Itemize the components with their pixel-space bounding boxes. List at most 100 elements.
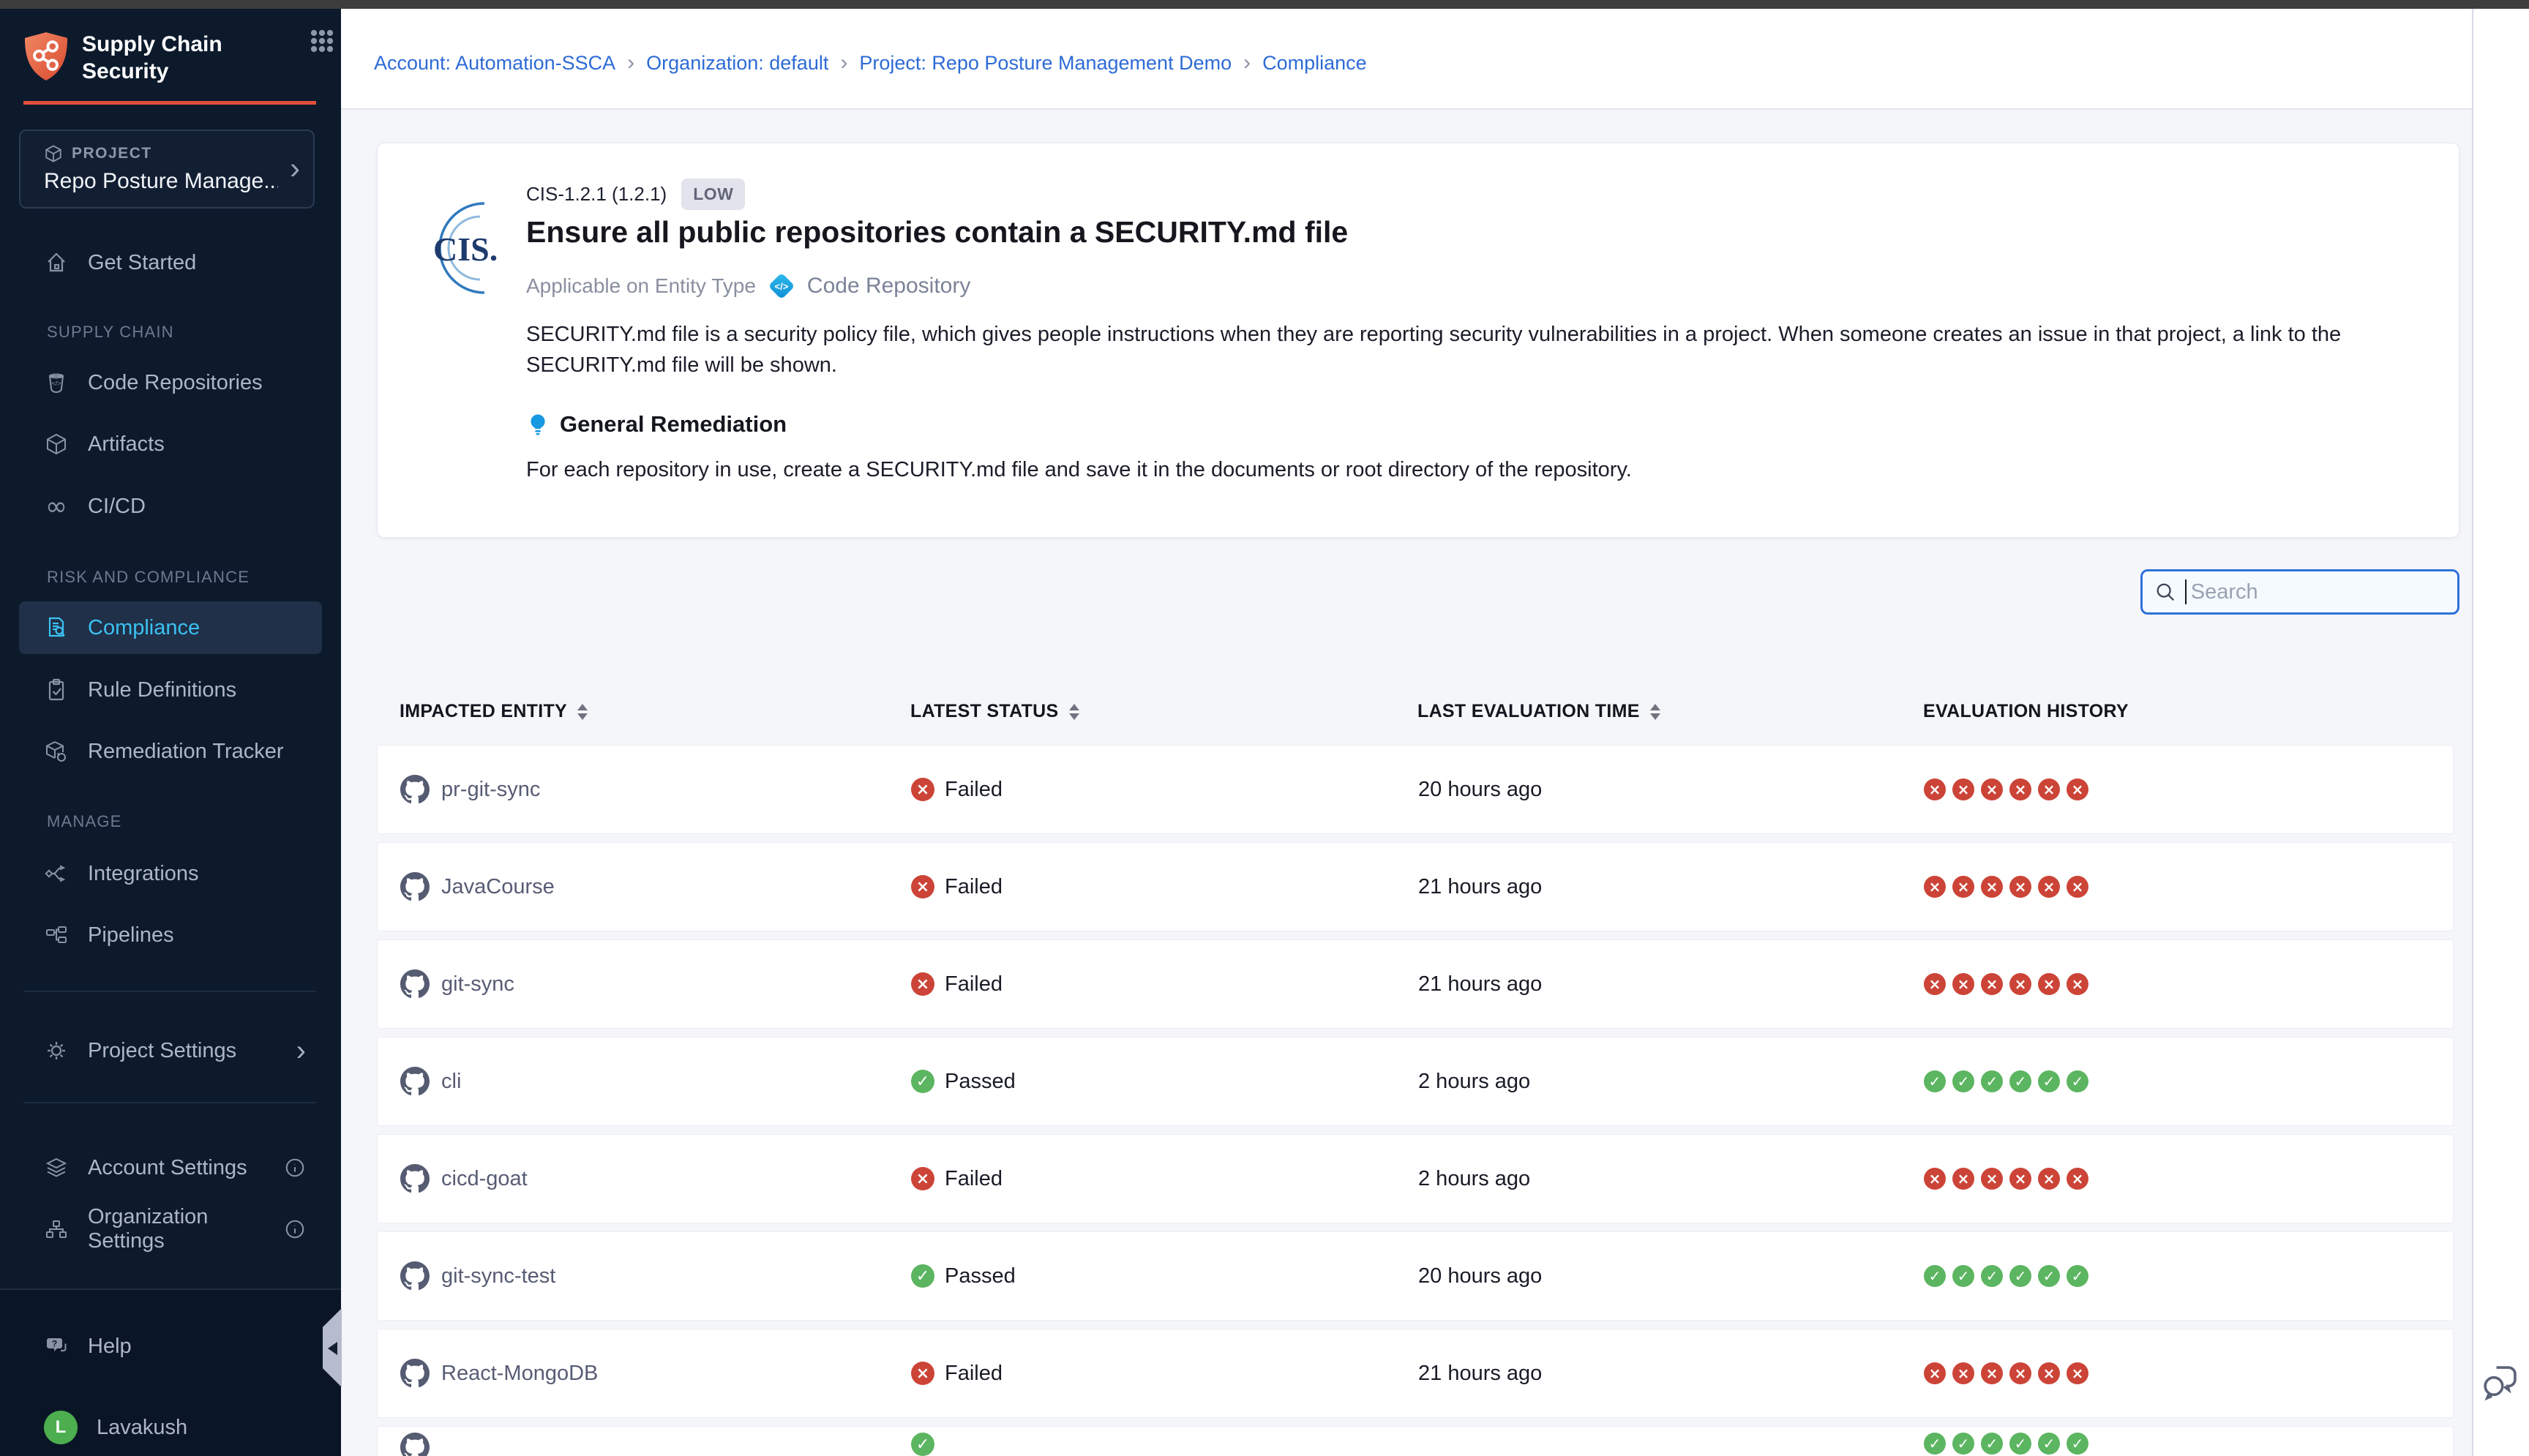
status-badge: ✓ xyxy=(911,1433,1418,1456)
rule-detail-card: CIS. CIS-1.2.1 (1.2.1) LOW Ensure all pu… xyxy=(377,143,2459,538)
divider xyxy=(23,991,316,992)
project-label: PROJECT xyxy=(72,145,152,162)
info-icon[interactable] xyxy=(284,1218,306,1240)
history-icons: ✓✓✓✓✓✓ xyxy=(1924,1070,2453,1092)
pipelines-icon xyxy=(44,923,69,947)
status-label: Failed xyxy=(945,972,1003,997)
chevron-right-icon: › xyxy=(296,1036,306,1065)
history-icons: ×××××× xyxy=(1924,973,2453,995)
column-header-latest-status[interactable]: LATEST STATUS xyxy=(910,701,1417,722)
status-badge: × Failed xyxy=(911,972,1418,997)
failed-history-icon: × xyxy=(1924,778,1946,800)
evaluation-time: 2 hours ago xyxy=(1418,1167,1924,1191)
github-icon xyxy=(400,872,430,901)
organization-icon xyxy=(44,1217,69,1242)
status-icon: ✓ xyxy=(911,1070,934,1093)
sidebar-item-code-repositories[interactable]: </> Code Repositories xyxy=(19,356,322,409)
table-row[interactable]: pr-git-sync × Failed 20 hours ago ×××××× xyxy=(377,745,2454,834)
status-icon: ✓ xyxy=(911,1264,934,1288)
table-row[interactable]: React-MongoDB × Failed 21 hours ago ××××… xyxy=(377,1329,2454,1418)
breadcrumb-organization[interactable]: Organization: default xyxy=(646,52,828,75)
sidebar-item-pipelines[interactable]: Pipelines xyxy=(19,909,322,961)
failed-history-icon: × xyxy=(1924,1362,1946,1384)
failed-history-icon: × xyxy=(2009,1168,2031,1190)
search-input[interactable] xyxy=(2189,579,2446,605)
status-badge: × Failed xyxy=(911,1362,1418,1386)
info-icon[interactable] xyxy=(284,1157,306,1179)
app-logo: Supply Chain Security xyxy=(23,31,319,85)
divider xyxy=(23,1102,316,1103)
home-icon xyxy=(44,250,69,275)
status-badge: × Failed xyxy=(911,1167,1418,1191)
rule-title: Ensure all public repositories contain a… xyxy=(526,215,1348,249)
infinity-icon: ∞ xyxy=(44,494,69,519)
failed-history-icon: × xyxy=(1981,1168,2003,1190)
status-badge: ✓ Passed xyxy=(911,1264,1418,1288)
table-row[interactable]: git-sync-test ✓ Passed 20 hours ago ✓✓✓✓… xyxy=(377,1231,2454,1321)
sidebar-item-get-started[interactable]: Get Started xyxy=(19,236,322,289)
column-header-impacted-entity[interactable]: IMPACTED ENTITY xyxy=(400,701,910,722)
table-row[interactable]: cicd-goat × Failed 2 hours ago ×××××× xyxy=(377,1134,2454,1223)
section-label-supply-chain: SUPPLY CHAIN xyxy=(47,323,174,342)
severity-badge: LOW xyxy=(681,179,745,210)
github-icon xyxy=(400,1359,430,1388)
status-label: Passed xyxy=(945,1264,1016,1288)
table-row[interactable]: JavaCourse × Failed 21 hours ago ×××××× xyxy=(377,842,2454,931)
failed-history-icon: × xyxy=(1924,973,1946,995)
breadcrumb-compliance[interactable]: Compliance xyxy=(1262,52,1367,75)
evaluation-time: 20 hours ago xyxy=(1418,778,1924,802)
svg-text:</>: </> xyxy=(51,380,61,387)
user-menu[interactable]: L Lavakush xyxy=(19,1401,322,1454)
sidebar-item-remediation-tracker[interactable]: Remediation Tracker xyxy=(19,725,322,778)
failed-history-icon: × xyxy=(2009,778,2031,800)
sidebar-item-rule-definitions[interactable]: Rule Definitions xyxy=(19,664,322,716)
github-icon xyxy=(400,1164,430,1193)
breadcrumb-project[interactable]: Project: Repo Posture Management Demo xyxy=(859,52,1232,75)
clipboard-check-icon xyxy=(44,678,69,702)
table-row[interactable]: git-sync × Failed 21 hours ago ×××××× xyxy=(377,939,2454,1029)
sidebar-item-compliance[interactable]: Compliance xyxy=(19,601,322,654)
sidebar-item-project-settings[interactable]: Project Settings › xyxy=(19,1024,322,1077)
failed-history-icon: × xyxy=(2067,1168,2088,1190)
breadcrumb: Account: Automation-SSCA › Organization:… xyxy=(374,50,1367,75)
table-row[interactable]: cli ✓ Passed 2 hours ago ✓✓✓✓✓✓ xyxy=(377,1037,2454,1126)
passed-history-icon: ✓ xyxy=(2009,1433,2031,1455)
history-icons: ×××××× xyxy=(1924,778,2453,800)
history-icons: ×××××× xyxy=(1924,1168,2453,1190)
entity-name: JavaCourse xyxy=(441,875,555,899)
compliance-document-icon xyxy=(44,615,69,640)
status-badge: × Failed xyxy=(911,778,1418,802)
window-top-strip xyxy=(0,0,2529,9)
artifacts-cube-icon xyxy=(44,432,69,457)
github-icon xyxy=(400,1433,430,1456)
sidebar-item-cicd[interactable]: ∞ CI/CD xyxy=(19,480,322,533)
app-window: Supply Chain Security PROJECT Repo Postu… xyxy=(0,0,2529,1456)
sort-icon xyxy=(1069,704,1079,720)
app-switcher-grid-icon[interactable] xyxy=(306,25,338,57)
cis-logo-text: CIS. xyxy=(433,230,498,268)
sidebar-item-help[interactable]: ? Help xyxy=(19,1320,322,1373)
sidebar-item-organization-settings[interactable]: Organization Settings xyxy=(19,1203,322,1256)
failed-history-icon: × xyxy=(2067,973,2088,995)
project-selector[interactable]: PROJECT Repo Posture Manage... › xyxy=(19,130,315,209)
sidebar-item-artifacts[interactable]: Artifacts xyxy=(19,418,322,470)
passed-history-icon: ✓ xyxy=(2038,1070,2060,1092)
passed-history-icon: ✓ xyxy=(1981,1265,2003,1287)
avatar: L xyxy=(44,1411,78,1444)
breadcrumb-account[interactable]: Account: Automation-SSCA xyxy=(374,52,615,75)
evaluation-time: 21 hours ago xyxy=(1418,1362,1924,1386)
search-icon xyxy=(2154,581,2176,603)
project-name: Repo Posture Manage... xyxy=(44,169,278,194)
table-row[interactable]: ✓ ✓✓✓✓✓✓ xyxy=(377,1426,2454,1456)
chat-support-icon[interactable] xyxy=(2479,1361,2522,1403)
status-badge: × Failed xyxy=(911,875,1418,899)
passed-history-icon: ✓ xyxy=(2009,1265,2031,1287)
sidebar-item-integrations[interactable]: Integrations xyxy=(19,847,322,900)
sidebar-item-account-settings[interactable]: Account Settings xyxy=(19,1141,322,1194)
table-header: IMPACTED ENTITY LATEST STATUS LAST EVALU… xyxy=(377,701,2454,722)
passed-history-icon: ✓ xyxy=(1924,1265,1946,1287)
github-icon xyxy=(400,1261,430,1291)
sort-icon xyxy=(1650,704,1660,720)
column-header-last-evaluation-time[interactable]: LAST EVALUATION TIME xyxy=(1417,701,1923,722)
code-repository-icon: </> xyxy=(44,370,69,395)
